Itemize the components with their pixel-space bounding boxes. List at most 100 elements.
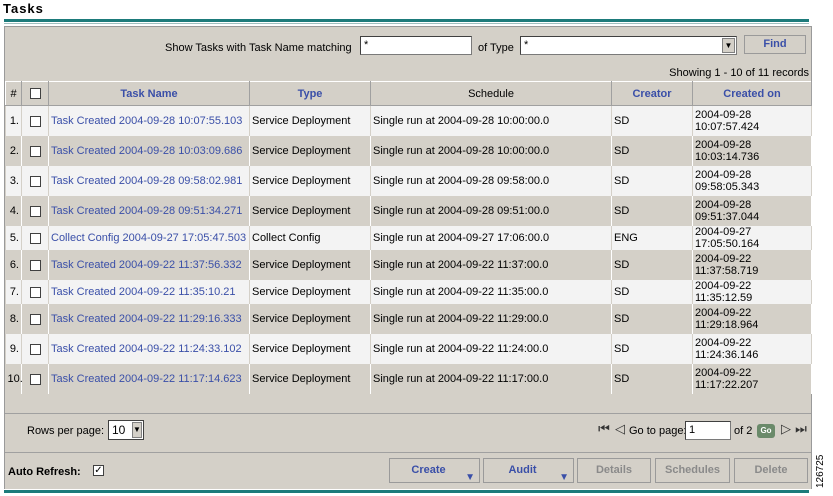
task-name-link[interactable]: Task Created 2004-09-28 10:07:55.103 xyxy=(51,115,242,127)
first-page-icon[interactable]: ⏮ xyxy=(597,421,611,437)
action-bar: Auto Refresh: ✓ Create ▼ Audit ▼ Details S… xyxy=(5,452,811,489)
column-header-created-on[interactable]: Created on xyxy=(692,81,812,106)
row-checkbox[interactable] xyxy=(29,343,41,355)
task-name-link[interactable]: Collect Config 2004-09-27 17:05:47.503 xyxy=(51,232,246,244)
task-name-cell: Task Created 2004-09-28 09:51:34.271 xyxy=(48,196,250,226)
task-name-link[interactable]: Task Created 2004-09-22 11:24:33.102 xyxy=(51,343,242,355)
chevron-down-icon[interactable]: ▼ xyxy=(722,38,735,53)
created-time: 09:58:05.343 xyxy=(695,181,760,193)
row-checkbox[interactable] xyxy=(29,313,41,325)
delete-button[interactable]: Delete xyxy=(734,458,808,483)
task-name-link[interactable]: Task Created 2004-09-28 09:58:02.981 xyxy=(51,175,242,187)
caret-down-icon: ▼ xyxy=(465,472,475,483)
created-on-cell: 2004-09-28 09:51:37.044 xyxy=(692,196,812,226)
chevron-down-icon[interactable]: ▼ xyxy=(132,422,142,438)
rows-per-page-select[interactable]: 10 ▼ xyxy=(108,420,144,440)
table-row[interactable]: 9. Task Created 2004-09-22 11:24:33.102 Se… xyxy=(5,334,812,364)
row-number: 9. xyxy=(5,334,22,364)
created-date: 2004-09-22 11:35:12.59 xyxy=(695,280,753,304)
task-name-link[interactable]: Task Created 2004-09-22 11:29:16.333 xyxy=(51,313,242,325)
next-page-icon[interactable]: ▷ xyxy=(779,421,793,437)
creator-cell: SD xyxy=(611,136,693,166)
created-time: 11:37:58.719 xyxy=(695,265,759,277)
go-button[interactable]: Go xyxy=(757,424,775,438)
created-time: 10:03:14.736 xyxy=(695,151,760,163)
previous-page-icon[interactable]: ◁ xyxy=(613,421,627,437)
row-checkbox[interactable] xyxy=(29,373,41,385)
type-cell: Service Deployment xyxy=(249,166,371,196)
table-row[interactable]: 8. Task Created 2004-09-22 11:29:16.333 Se… xyxy=(5,304,812,334)
table-row[interactable]: 6. Task Created 2004-09-22 11:37:56.332 Se… xyxy=(5,250,812,280)
type-select[interactable]: * ▼ xyxy=(520,36,737,55)
audit-button[interactable]: Audit ▼ xyxy=(483,458,574,483)
pagination-bar: Rows per page: 10 ▼ ⏮ ◁ Go to page: 1 of… xyxy=(5,413,811,450)
table-row[interactable]: 7. Task Created 2004-09-22 11:35:10.21 Ser… xyxy=(5,280,812,304)
table-row[interactable]: 10. Task Created 2004-09-22 11:17:14.623 S… xyxy=(5,364,812,394)
row-select-cell xyxy=(21,334,49,364)
created-date: 2004-09-28 xyxy=(695,109,752,121)
task-name-link[interactable]: Task Created 2004-09-28 09:51:34.271 xyxy=(51,205,242,217)
last-page-icon[interactable]: ⏭ xyxy=(794,421,808,437)
type-cell: Service Deployment xyxy=(249,304,371,334)
create-button-label: Create xyxy=(411,464,446,476)
create-button[interactable]: Create ▼ xyxy=(389,458,480,483)
row-number: 10. xyxy=(5,364,23,394)
creator-cell: SD xyxy=(611,280,693,304)
table-row[interactable]: 1. Task Created 2004-09-28 10:07:55.103 Se… xyxy=(5,105,812,136)
row-number: 2. xyxy=(5,136,22,166)
created-time: 11:17:22.207 xyxy=(695,379,759,391)
creator-cell: SD xyxy=(611,334,693,364)
auto-refresh-checkbox[interactable]: ✓ xyxy=(93,465,104,476)
column-header-task-name[interactable]: Task Name xyxy=(48,81,250,106)
task-name-cell: Task Created 2004-09-28 09:58:02.981 xyxy=(48,166,250,196)
audit-button-label: Audit xyxy=(508,464,537,476)
rows-per-page-label: Rows per page: xyxy=(27,425,105,437)
select-all-checkbox[interactable] xyxy=(29,88,41,100)
task-name-link[interactable]: Task Created 2004-09-22 11:35:10.21 xyxy=(51,286,235,298)
created-on-cell: 2004-09-27 17:05:50.164 xyxy=(692,226,812,250)
created-date: 2004-09-22 xyxy=(695,253,752,265)
row-checkbox[interactable] xyxy=(29,286,41,298)
schedule-cell: Single run at 2004-09-28 09:58:00.0 xyxy=(370,166,612,196)
row-checkbox[interactable] xyxy=(29,115,41,127)
row-select-cell xyxy=(21,250,49,280)
created-time: 11:24:36.146 xyxy=(695,349,759,361)
row-number: 8. xyxy=(5,304,22,334)
type-filter-label: of Type xyxy=(478,42,514,54)
table-row[interactable]: 2. Task Created 2004-09-28 10:03:09.686 Se… xyxy=(5,136,812,166)
row-checkbox[interactable] xyxy=(29,259,41,271)
created-date: 2004-09-28 xyxy=(695,139,752,151)
row-select-cell xyxy=(21,196,49,226)
row-checkbox[interactable] xyxy=(29,175,41,187)
task-name-cell: Task Created 2004-09-22 11:29:16.333 xyxy=(48,304,250,334)
column-header-select-all xyxy=(21,81,49,106)
table-row[interactable]: 5. Collect Config 2004-09-27 17:05:47.503… xyxy=(5,226,812,250)
table-row[interactable]: 4. Task Created 2004-09-28 09:51:34.271 Se… xyxy=(5,196,812,226)
schedule-cell: Single run at 2004-09-22 11:24:00.0 xyxy=(370,334,612,364)
row-checkbox[interactable] xyxy=(29,232,41,244)
task-name-cell: Task Created 2004-09-28 10:03:09.686 xyxy=(48,136,250,166)
figure-id: 126725 xyxy=(815,454,826,488)
rows-per-page-value: 10 xyxy=(112,423,126,437)
creator-cell: SD xyxy=(611,250,693,280)
schedules-button[interactable]: Schedules xyxy=(655,458,730,483)
schedule-cell: Single run at 2004-09-22 11:37:00.0 xyxy=(370,250,612,280)
created-on-cell: 2004-09-22 11:29:18.964 xyxy=(692,304,812,334)
column-header-type[interactable]: Type xyxy=(249,81,371,106)
task-name-link[interactable]: Task Created 2004-09-22 11:37:56.332 xyxy=(51,259,242,271)
column-header-creator[interactable]: Creator xyxy=(611,81,693,106)
details-button[interactable]: Details xyxy=(577,458,651,483)
creator-cell: SD xyxy=(611,166,693,196)
row-checkbox[interactable] xyxy=(29,145,41,157)
task-name-input[interactable]: * xyxy=(360,36,472,55)
schedule-cell: Single run at 2004-09-27 17:06:00.0 xyxy=(370,226,612,250)
row-select-cell xyxy=(21,280,49,304)
task-name-link[interactable]: Task Created 2004-09-22 11:17:14.623 xyxy=(51,373,242,385)
find-button[interactable]: Find xyxy=(744,35,806,54)
created-time: 09:51:37.044 xyxy=(695,211,760,223)
row-checkbox[interactable] xyxy=(29,205,41,217)
task-name-link[interactable]: Task Created 2004-09-28 10:03:09.686 xyxy=(51,145,242,157)
page-number-input[interactable]: 1 xyxy=(685,421,731,440)
creator-cell: SD xyxy=(611,364,693,394)
table-row[interactable]: 3. Task Created 2004-09-28 09:58:02.981 Se… xyxy=(5,166,812,196)
